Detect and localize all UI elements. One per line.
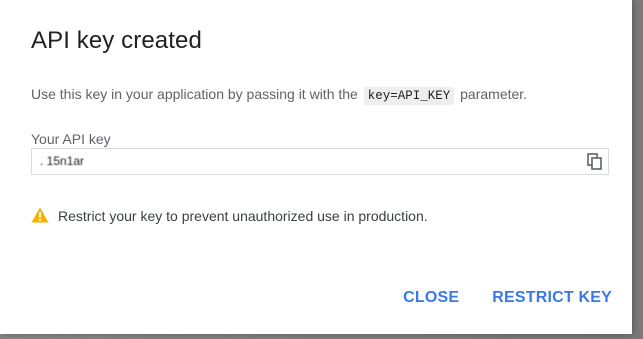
dialog-title: API key created [31,27,202,54]
dialog-description: Use this key in your application by pass… [31,86,528,105]
api-key-field[interactable]: . 15n1ar [31,148,609,175]
api-key-label: Your API key [31,131,111,147]
dialog-actions: CLOSE RESTRICT KEY [403,289,612,307]
warning-icon [31,207,49,225]
restrict-key-button[interactable]: RESTRICT KEY [492,289,612,307]
copy-icon [587,152,602,170]
api-key-dialog: API key created Use this key in your app… [0,0,632,334]
api-key-value[interactable]: . 15n1ar [40,154,84,168]
close-button[interactable]: CLOSE [403,289,459,307]
warning-text: Restrict your key to prevent unauthorize… [58,208,428,224]
description-text-after: parameter. [460,86,528,102]
warning-message: Restrict your key to prevent unauthorize… [31,207,428,225]
copy-button[interactable] [582,149,608,174]
description-text-before: Use this key in your application by pass… [31,86,358,102]
code-parameter: key=API_KEY [363,87,455,105]
